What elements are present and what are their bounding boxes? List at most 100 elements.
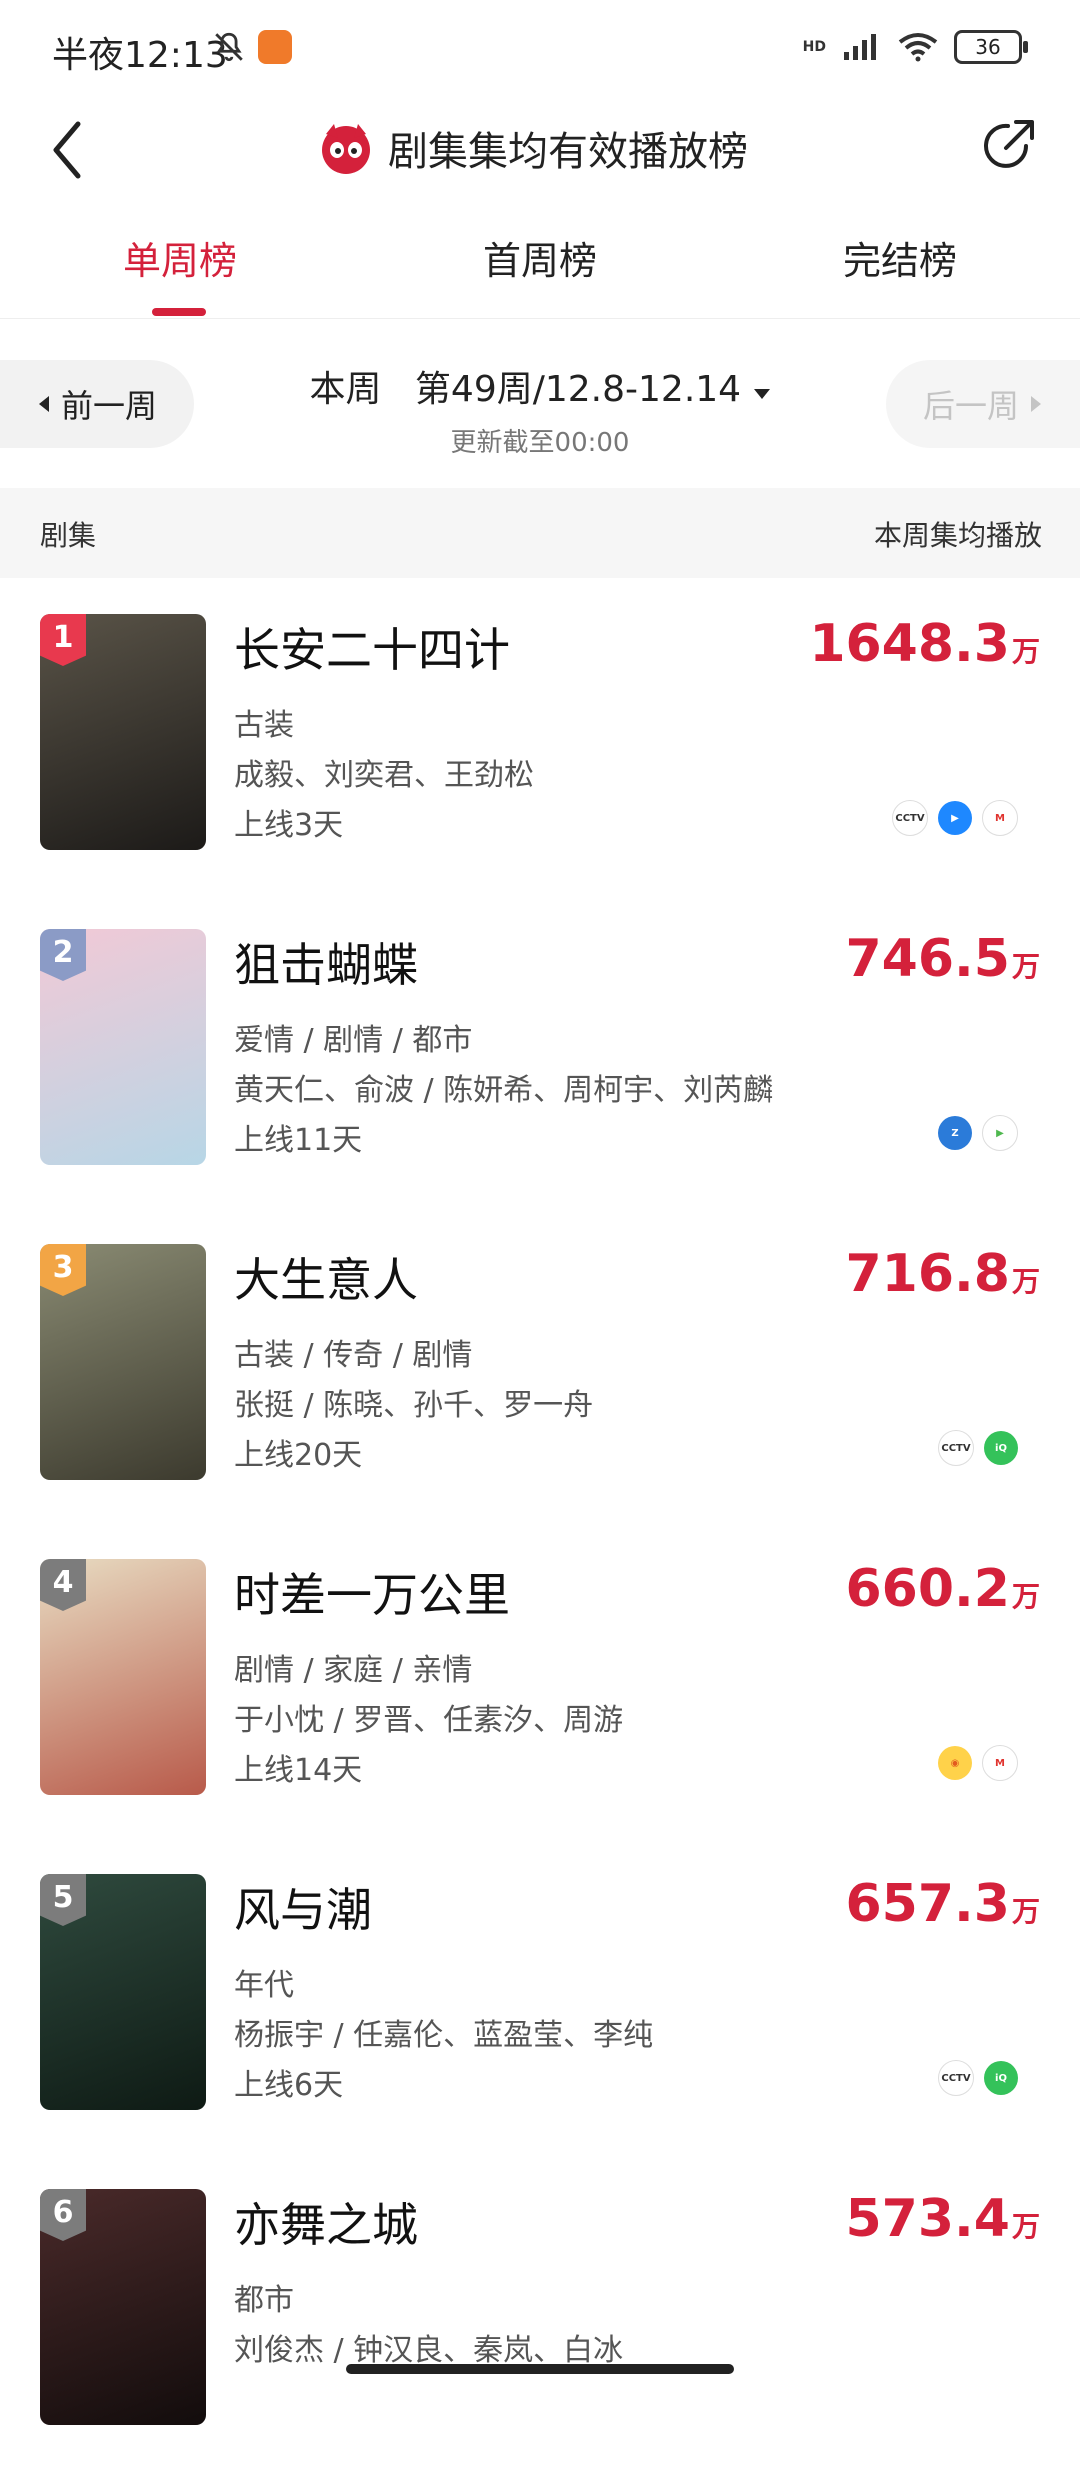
poster-image[interactable]: 5 [40, 1874, 206, 2110]
play-count-unit: 万 [1011, 635, 1040, 668]
tab-weekly[interactable]: 单周榜 [60, 230, 300, 285]
active-tab-indicator [152, 308, 206, 316]
share-icon[interactable] [976, 114, 1040, 178]
home-indicator[interactable] [346, 2364, 734, 2374]
platform-icons: CCTV ▶ M [892, 800, 1018, 836]
play-count-number: 1648.3 [809, 614, 1010, 674]
days-online: 上线20天 [234, 1438, 363, 1473]
show-genre: 古装 / 传奇 / 剧情 [234, 1338, 473, 1373]
back-button[interactable] [40, 110, 100, 190]
status-right: HD 36 [802, 30, 1028, 64]
iqiyi-icon: iQ [984, 1431, 1018, 1465]
triangle-left-icon [38, 396, 49, 412]
previous-week-label: 前一周 [60, 387, 157, 425]
tab-first-week[interactable]: 首周榜 [420, 230, 660, 285]
dropdown-triangle-icon [753, 389, 770, 399]
cat-logo-icon [322, 124, 370, 174]
days-online: 上线11天 [234, 1123, 363, 1158]
play-count-number: 573.4 [845, 2189, 1010, 2249]
play-count-number: 716.8 [845, 1244, 1010, 1304]
mgtv-icon: M [982, 1745, 1018, 1781]
signal-icon [844, 34, 876, 60]
mgtv-icon: M [982, 800, 1018, 836]
show-name[interactable]: 时差一万公里 [234, 1559, 510, 1625]
show-genre: 爱情 / 剧情 / 都市 [234, 1023, 473, 1058]
play-count: 657.3万 [846, 1874, 1041, 1934]
show-name[interactable]: 大生意人 [234, 1244, 418, 1310]
status-time: 半夜12:13 [52, 35, 228, 76]
play-count-unit: 万 [1011, 1895, 1040, 1928]
column-weekly-avg-plays[interactable]: 本周集均播放 [874, 514, 1042, 554]
list-item[interactable]: 6 亦舞之城 573.4万 都市 刘俊杰 / 钟汉良、秦岚、白冰 [0, 2153, 1080, 2468]
rank-badge: 4 [40, 1559, 86, 1611]
zhejiang-tv-icon: Z [938, 1116, 972, 1150]
status-bar: 半夜12:13 HD 36 [0, 0, 1080, 96]
poster-image[interactable]: 3 [40, 1244, 206, 1480]
play-count-number: 657.3 [845, 1874, 1010, 1934]
show-genre: 剧情 / 家庭 / 亲情 [234, 1653, 473, 1688]
network-type: HD [802, 39, 826, 55]
wifi-icon [898, 33, 938, 62]
triangle-right-icon [1031, 396, 1041, 412]
poster-image[interactable]: 2 [40, 929, 206, 1165]
list-header: 剧集 本周集均播放 [0, 488, 1080, 578]
iqiyi-icon: iQ [984, 2061, 1018, 2095]
previous-week-button[interactable]: 前一周 [0, 360, 194, 448]
bell-muted-icon [215, 32, 243, 62]
week-range: 第49周/12.8-12.14 [414, 369, 742, 410]
show-genre: 古装 [234, 708, 294, 743]
rank-badge: 1 [40, 614, 86, 666]
week-selector: 前一周 本周 第49周/12.8-12.14 更新截至00:00 后一周 [0, 318, 1080, 488]
platform-icons: ◉ M [938, 1745, 1018, 1781]
days-online: 上线3天 [234, 808, 344, 843]
show-cast: 刘俊杰 / 钟汉良、秦岚、白冰 [234, 2333, 624, 2368]
poster-image[interactable]: 1 [40, 614, 206, 850]
youku-icon: ▶ [938, 801, 972, 835]
play-count: 1648.3万 [809, 614, 1040, 674]
play-count: 716.8万 [846, 1244, 1041, 1304]
cctv-icon: CCTV [892, 800, 928, 836]
battery-icon: 36 [954, 30, 1028, 64]
list-item[interactable]: 2 狙击蝴蝶 746.5万 爱情 / 剧情 / 都市 黄天仁、俞波 / 陈妍希、… [0, 893, 1080, 1208]
days-online: 上线14天 [234, 1753, 363, 1788]
play-count-number: 746.5 [845, 929, 1010, 989]
platform-icons: CCTV iQ [938, 1430, 1018, 1466]
rank-badge: 6 [40, 2189, 86, 2241]
show-cast: 杨振宇 / 任嘉伦、蓝盈莹、李纯 [234, 2018, 654, 2053]
current-week-label: 本周 [309, 369, 382, 410]
cctv-icon: CCTV [938, 2060, 974, 2096]
show-name[interactable]: 长安二十四计 [234, 614, 510, 680]
update-note: 更新截至00:00 [450, 428, 630, 458]
next-week-button[interactable]: 后一周 [886, 360, 1080, 448]
list-item[interactable]: 3 大生意人 716.8万 古装 / 传奇 / 剧情 张挺 / 陈晓、孙千、罗一… [0, 1208, 1080, 1523]
play-count: 746.5万 [846, 929, 1041, 989]
rank-badge: 3 [40, 1244, 86, 1296]
platform-icons: Z ▶ [938, 1115, 1018, 1151]
play-count: 660.2万 [846, 1559, 1041, 1619]
show-genre: 都市 [234, 2283, 294, 2318]
play-count-number: 660.2 [845, 1559, 1010, 1619]
list-item[interactable]: 4 时差一万公里 660.2万 剧情 / 家庭 / 亲情 于小忱 / 罗晋、任素… [0, 1523, 1080, 1838]
list-item[interactable]: 5 风与潮 657.3万 年代 杨振宇 / 任嘉伦、蓝盈莹、李纯 上线6天 CC… [0, 1838, 1080, 2153]
show-cast: 成毅、刘奕君、王劲松 [234, 758, 534, 793]
show-name[interactable]: 亦舞之城 [234, 2189, 418, 2255]
list-item[interactable]: 1 长安二十四计 1648.3万 古装 成毅、刘奕君、王劲松 上线3天 CCTV… [0, 578, 1080, 893]
days-online: 上线6天 [234, 2068, 344, 2103]
show-cast: 于小忱 / 罗晋、任素汐、周游 [234, 1703, 624, 1738]
show-name[interactable]: 狙击蝴蝶 [234, 929, 418, 995]
poster-image[interactable]: 4 [40, 1559, 206, 1795]
play-count-unit: 万 [1011, 2210, 1040, 2243]
next-week-label: 后一周 [922, 387, 1019, 425]
play-count-unit: 万 [1011, 1580, 1040, 1613]
app-notification-icon [258, 30, 292, 64]
column-show: 剧集 [40, 519, 97, 552]
header: 剧集集均有效播放榜 [0, 96, 1080, 206]
poster-image[interactable]: 6 [40, 2189, 206, 2425]
show-name[interactable]: 风与潮 [234, 1874, 372, 1940]
hunan-tv-icon: ◉ [938, 1746, 972, 1780]
week-dropdown[interactable]: 本周 第49周/12.8-12.14 更新截至00:00 [250, 360, 830, 459]
cctv-icon: CCTV [938, 1430, 974, 1466]
tencent-video-icon: ▶ [982, 1115, 1018, 1151]
chart-tabs: 单周榜 首周榜 完结榜 [0, 206, 1080, 319]
tab-finished[interactable]: 完结榜 [780, 230, 1020, 285]
